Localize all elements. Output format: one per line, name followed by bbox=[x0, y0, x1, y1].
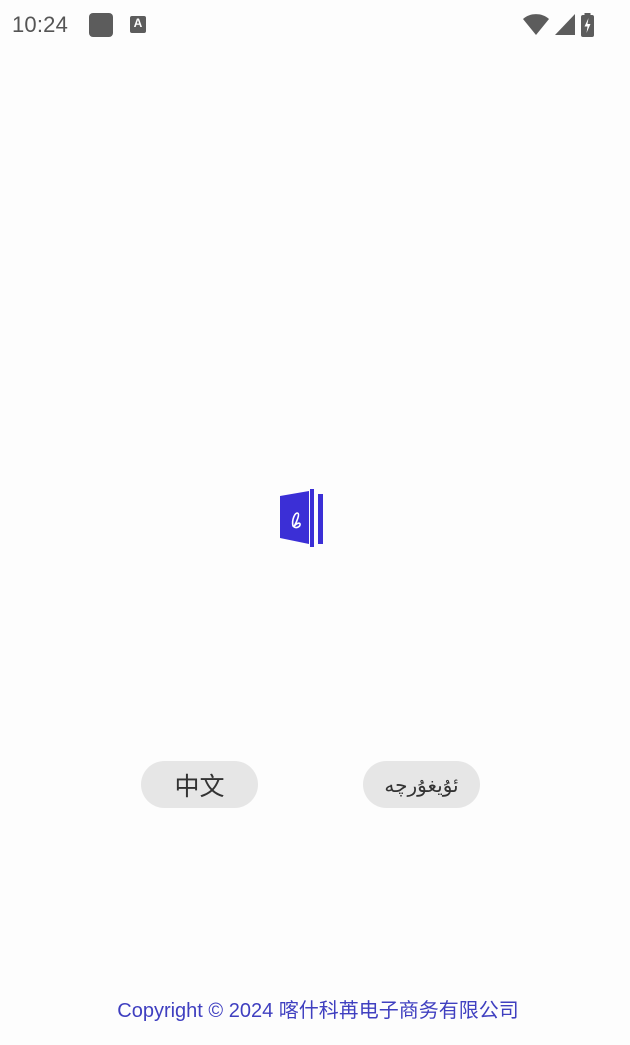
cellular-signal-icon bbox=[555, 14, 575, 35]
battery-charging-icon bbox=[581, 13, 594, 37]
chinese-language-button[interactable]: 中文 bbox=[141, 761, 258, 808]
splash-screen: 10:24 A 中文 ئۇيغۇرچە Copyright © 2024 喀什科… bbox=[0, 0, 630, 1045]
system-icons bbox=[523, 13, 594, 37]
app-notification-icon bbox=[89, 13, 113, 37]
status-bar: 10:24 A bbox=[0, 0, 630, 52]
book-logo-icon bbox=[280, 489, 323, 547]
uyghur-language-button[interactable]: ئۇيغۇرچە bbox=[363, 761, 480, 808]
wifi-icon bbox=[523, 14, 549, 35]
a-notification-icon: A bbox=[130, 16, 146, 33]
status-time: 10:24 bbox=[12, 12, 69, 37]
copyright-text: Copyright © 2024 喀什科苒电子商务有限公司 bbox=[117, 1000, 519, 1022]
